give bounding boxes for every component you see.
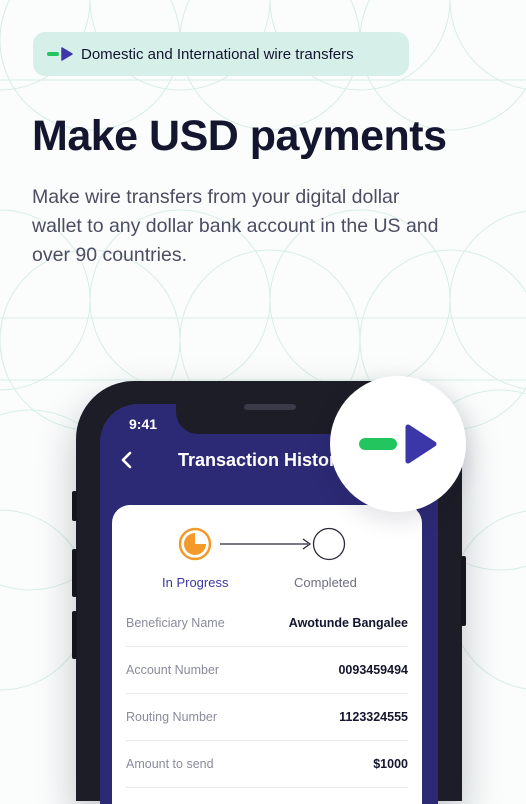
detail-value: 0093459494 [338,663,408,677]
step-label-in-progress: In Progress [162,575,229,590]
detail-value: 1123324555 [339,710,408,724]
detail-label: Routing Number [126,710,218,724]
transaction-card: In Progress Completed Beneficiary Name A… [112,505,422,804]
detail-value: Awotunde Bangalee [288,616,408,630]
feature-pill: Domestic and International wire transfer… [33,32,409,76]
phone-volume-down-button [72,611,77,659]
page-title: Make USD payments [32,112,447,160]
detail-row-beneficiary-name: Beneficiary Name Awotunde Bangalee [126,600,408,647]
detail-row-routing-number: Routing Number 1123324555 [126,694,408,741]
detail-row-amount: Amount to send $1000 [126,741,408,788]
phone-side-button [72,491,77,521]
status-bar-time: 9:41 [129,416,158,432]
screen-title: Transaction History [178,450,347,470]
in-progress-icon [178,527,212,561]
detail-label: Beneficiary Name [126,616,225,630]
brand-badge [330,376,466,512]
step-label-completed: Completed [294,575,357,590]
detail-row-account-number: Account Number 0093459494 [126,647,408,694]
detail-label: Account Number [126,663,220,677]
page-description: Make wire transfers from your digital do… [32,186,439,266]
send-arrow-icon [47,47,73,61]
completed-step-icon [312,527,346,561]
phone-speaker [244,404,296,410]
detail-label: Amount to send [126,757,214,771]
detail-value: $1000 [373,757,408,771]
send-arrow-icon [359,424,437,464]
phone-power-button [461,556,466,626]
feature-pill-text: Domestic and International wire transfer… [81,45,354,63]
progress-arrow-icon [220,538,312,550]
phone-volume-up-button [72,549,77,597]
back-arrow-icon[interactable] [116,447,136,473]
